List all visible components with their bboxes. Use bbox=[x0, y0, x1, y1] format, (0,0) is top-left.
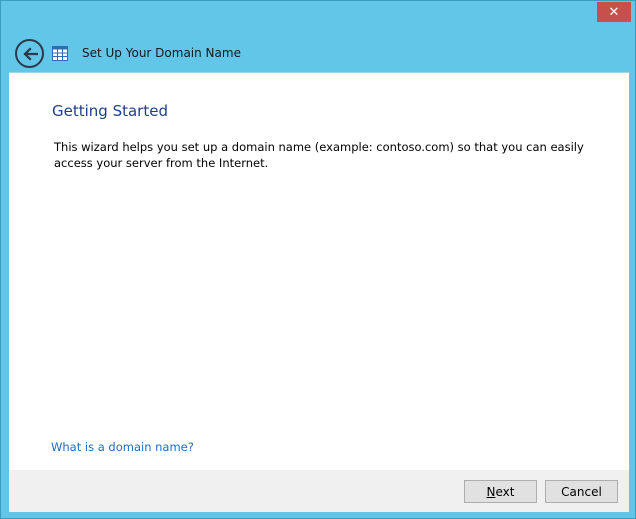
back-arrow-icon bbox=[22, 46, 38, 61]
close-icon: ✕ bbox=[608, 4, 620, 20]
back-button[interactable] bbox=[15, 39, 44, 68]
wizard-footer: Next Cancel bbox=[9, 470, 629, 512]
wizard-window: ✕ Set Up Your Domain Name Getting Starte… bbox=[0, 0, 636, 519]
wizard-table-icon bbox=[52, 46, 68, 61]
window-title: Set Up Your Domain Name bbox=[82, 46, 241, 60]
page-heading: Getting Started bbox=[52, 102, 168, 120]
next-access-key: N bbox=[486, 484, 496, 499]
help-link[interactable]: What is a domain name? bbox=[51, 440, 194, 454]
wizard-content: Getting Started This wizard helps you se… bbox=[9, 72, 629, 470]
next-label-rest: ext bbox=[495, 484, 515, 499]
cancel-label: Cancel bbox=[561, 484, 602, 499]
next-button[interactable]: Next bbox=[464, 480, 537, 503]
page-description: This wizard helps you set up a domain na… bbox=[54, 140, 584, 170]
close-button[interactable]: ✕ bbox=[597, 2, 631, 22]
cancel-button[interactable]: Cancel bbox=[545, 480, 618, 503]
